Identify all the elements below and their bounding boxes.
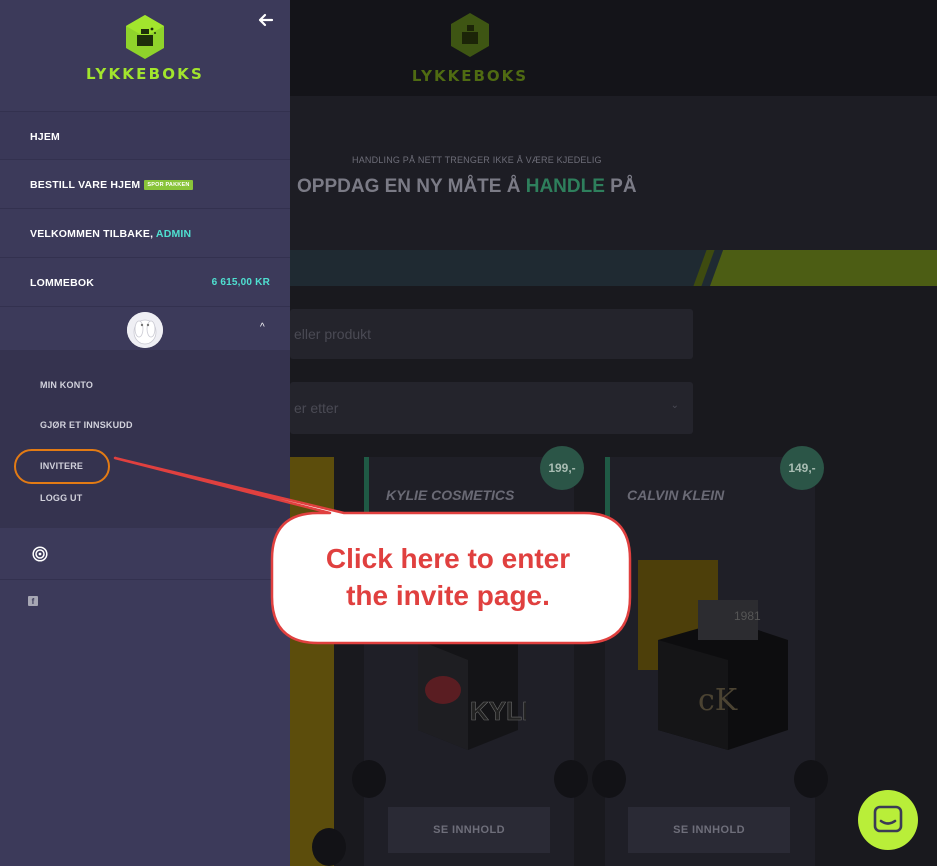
chevron-up-icon: ^ xyxy=(260,322,265,333)
callout-text: Click here to enter the invite page. xyxy=(282,540,614,614)
chevron-down-icon: ⌄ xyxy=(670,400,679,411)
bg-sort-placeholder: er etter xyxy=(294,400,339,416)
price-badge: 199,- xyxy=(540,446,584,490)
callout-line-1: Click here to enter xyxy=(325,543,571,574)
card-edge xyxy=(364,457,369,517)
track-package-badge[interactable]: SPOR PAKKEN xyxy=(144,180,193,190)
card-notch xyxy=(554,760,588,798)
bg-hero-title-start: OPPDAG EN NY MÅTE Å xyxy=(297,176,526,197)
card-edge xyxy=(605,457,610,517)
nav-order-home-label: BESTILL VARE HJEM SPOR PAKKEN xyxy=(30,179,193,191)
product-name: CALVIN KLEIN xyxy=(627,487,725,503)
bg-sort-select[interactable]: er etter ⌄ xyxy=(290,382,693,434)
bg-card-yellow xyxy=(290,457,334,866)
order-home-text: BESTILL VARE HJEM xyxy=(30,179,141,191)
submenu-logout[interactable]: LOGG UT xyxy=(40,493,82,503)
chat-smile-icon xyxy=(873,805,903,833)
bg-hero-title-end: PÅ xyxy=(604,176,637,197)
submenu-deposit[interactable]: GJØR ET INNSKUDD xyxy=(40,420,133,430)
target-icon[interactable] xyxy=(32,546,48,562)
account-toggle[interactable]: ^ xyxy=(0,308,290,352)
bg-logo-word: LYKKEBOKS xyxy=(411,67,529,85)
card-notch xyxy=(794,760,828,798)
chat-button[interactable] xyxy=(858,790,918,850)
facebook-icon[interactable]: f xyxy=(28,596,38,606)
bg-search-input[interactable]: eller produkt xyxy=(290,309,693,359)
arrow-left-icon[interactable] xyxy=(258,12,274,28)
divider xyxy=(0,579,290,580)
nav-wallet[interactable]: LOMMEBOK 6 615,00 KR xyxy=(0,258,290,307)
submenu-my-account[interactable]: MIN KONTO xyxy=(40,380,93,390)
card-notch xyxy=(592,760,626,798)
kylie-box-image: KYLIE xyxy=(418,620,526,750)
avatar xyxy=(127,312,163,348)
svg-text:cK: cK xyxy=(698,683,738,718)
nav-home-label: HJEM xyxy=(30,131,60,143)
price-badge: 149,- xyxy=(780,446,824,490)
welcome-text: VELKOMMEN TILBAKE, ADMIN xyxy=(30,228,191,240)
bg-hero-title-highlight: HANDLE xyxy=(525,176,605,197)
welcome-label: VELKOMMEN TILBAKE, xyxy=(30,228,154,240)
username: ADMIN xyxy=(155,228,192,240)
card-notch xyxy=(312,828,346,866)
callout-line-2: the invite page. xyxy=(346,580,550,611)
bg-hero-title: OPPDAG EN NY MÅTE Å HANDLE PÅ xyxy=(297,176,637,198)
nav-order-home[interactable]: BESTILL VARE HJEM SPOR PAKKEN xyxy=(0,160,290,209)
wallet-amount: 6 615,00 KR xyxy=(211,277,270,288)
arrow-left-glyph xyxy=(258,13,274,27)
wallet-label: LOMMEBOK xyxy=(30,277,95,289)
logo-hex-icon[interactable] xyxy=(124,14,166,60)
bg-logo: LYKKEBOKS xyxy=(410,12,530,85)
svg-text:KYLIE: KYLIE xyxy=(470,696,526,726)
calvin-klein-box-image: cK 1981 xyxy=(638,560,788,750)
svg-text:1981: 1981 xyxy=(734,609,761,623)
card-notch xyxy=(352,760,386,798)
nav-welcome: VELKOMMEN TILBAKE, ADMIN xyxy=(0,209,290,258)
see-contents-button[interactable]: SE INNHOLD xyxy=(388,807,550,853)
bg-hero-subtitle: HANDLING PÅ NETT TRENGER IKKE Å VÆRE KJE… xyxy=(352,155,602,165)
nav-home[interactable]: HJEM xyxy=(0,111,290,160)
brand-name: LYKKEBOKS xyxy=(86,65,204,83)
sidebar: LYKKEBOKS HJEM BESTILL VARE HJEM SPOR PAK… xyxy=(0,0,290,866)
bg-band-green xyxy=(710,250,937,286)
see-contents-button[interactable]: SE INNHOLD xyxy=(628,807,790,853)
product-name: KYLIE COSMETICS xyxy=(386,487,515,503)
bg-logo-hex-icon xyxy=(451,13,489,57)
invite-highlight-ring xyxy=(14,449,110,484)
avatar-image xyxy=(127,312,163,348)
